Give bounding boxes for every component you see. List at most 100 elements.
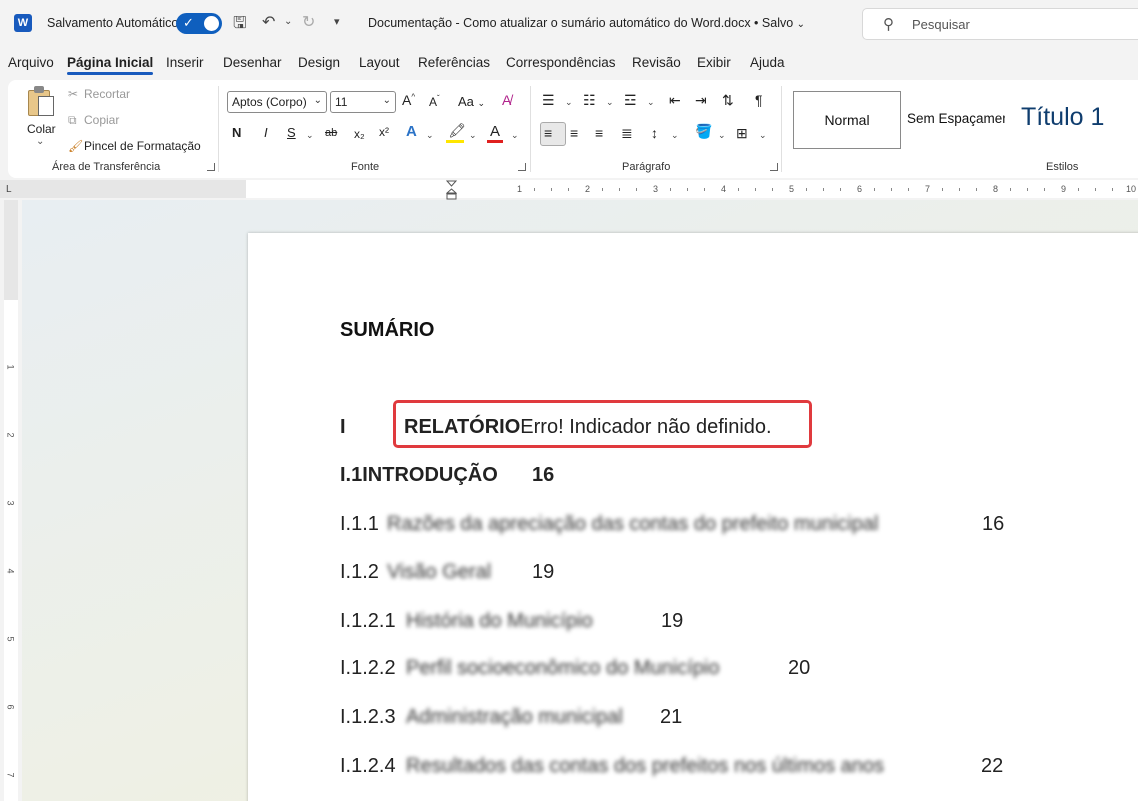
tab-ajuda[interactable]: Ajuda [750,55,785,70]
ruler-tick [704,188,705,191]
font-color-dropdown-icon[interactable]: ⌄ [511,130,519,141]
toc-entry-number[interactable]: I.1.2.1 [340,610,396,633]
tab-arquivo[interactable]: Arquivo [8,55,54,70]
text-effects-dropdown-icon[interactable]: ⌄ [426,130,434,141]
tab-revisao[interactable]: Revisão [632,55,681,70]
paste-button[interactable] [28,86,54,118]
toc-entry-title[interactable]: Razões da apreciação das contas do prefe… [387,513,878,536]
align-left-icon[interactable]: ≡ [544,125,552,141]
borders-dropdown-icon[interactable]: ⌄ [759,130,767,141]
autosave-toggle[interactable]: ✓ [176,13,222,34]
undo-icon[interactable]: ↶ [262,12,275,32]
redo-icon[interactable]: ↻ [302,12,315,32]
toc-entry-number[interactable]: I.1.2.3 [340,706,396,729]
tab-layout[interactable]: Layout [359,55,400,70]
toc-entry[interactable]: I.1INTRODUÇÃO [340,464,498,487]
toc-entry-number[interactable]: I.1.1 [340,513,379,536]
numbering-icon[interactable]: ☷ [583,92,596,109]
show-formatting-button[interactable]: ¶ [755,92,763,108]
shrink-font-button[interactable]: Aˇ [429,94,440,109]
font-launcher-icon[interactable] [518,163,526,171]
clear-formatting-icon[interactable]: A̸ [502,92,511,108]
tab-referencias[interactable]: Referências [418,55,490,70]
undo-dropdown-icon[interactable]: ⌄ [284,16,292,27]
tab-exibir[interactable]: Exibir [697,55,731,70]
vertical-ruler[interactable]: 1 2 3 4 5 6 7 [4,300,18,801]
indent-marker[interactable] [445,180,458,200]
shading-icon[interactable]: 🪣 [695,123,712,140]
ruler-mark: 2 [5,432,16,438]
line-spacing-icon[interactable]: ↕ [651,125,658,141]
justify-icon[interactable]: ≣ [621,125,633,142]
font-group-label: Fonte [351,161,380,173]
cut-button[interactable]: ✂ Recortar [68,87,130,101]
chevron-down-icon: ⌄ [796,19,806,30]
line-spacing-dropdown-icon[interactable]: ⌄ [671,130,679,141]
search-box[interactable]: ⚲ Pesquisar [862,8,1138,40]
subscript-button[interactable]: x₂ [354,127,365,141]
bullets-icon[interactable]: ☰ [542,92,555,109]
horizontal-ruler[interactable]: 1 2 3 4 5 6 7 8 9 10 [246,180,1138,198]
tab-inserir[interactable]: Inserir [166,55,204,70]
text-effects-button[interactable]: A [406,123,417,140]
paragraph-group-label: Parágrafo [622,161,671,173]
copy-button[interactable]: ⧉ Copiar [68,113,119,128]
autosave-label: Salvamento Automático [47,16,179,30]
toc-entry-number[interactable]: I.1.2 [340,561,379,584]
toc-entry-number[interactable]: I.1.2.4 [340,755,396,778]
sort-icon[interactable]: ⇅ [722,92,734,109]
customize-toolbar-icon[interactable]: ▾ [334,15,340,28]
style-normal[interactable]: Normal [793,91,901,149]
bullets-dropdown-icon[interactable]: ⌄ [565,97,573,108]
numbering-dropdown-icon[interactable]: ⌄ [606,97,614,108]
shading-dropdown-icon[interactable]: ⌄ [718,130,726,141]
multilevel-dropdown-icon[interactable]: ⌄ [647,97,655,108]
toc-entry-title[interactable]: História do Município [406,610,593,633]
document-title[interactable]: Documentação - Como atualizar o sumário … [368,16,805,30]
save-icon[interactable]: 🖫 [233,12,247,39]
underline-dropdown-icon[interactable]: ⌄ [306,130,314,141]
ruler-tick [551,188,552,191]
align-right-icon[interactable]: ≡ [595,125,603,141]
toc-entry-title[interactable]: Visão Geral [387,561,491,584]
search-placeholder: Pesquisar [912,17,970,32]
font-color-button[interactable]: A [490,123,500,140]
font-family-select[interactable]: Aptos (Corpo) ⌄ [227,91,327,113]
tab-correspondencias[interactable]: Correspondências [506,55,616,70]
toc-entry-title[interactable]: Resultados das contas dos prefeitos nos … [406,755,884,778]
tab-pagina-inicial[interactable]: Página Inicial [67,55,154,75]
style-no-spacing[interactable]: Sem Espaçamento [907,111,1005,126]
change-case-button[interactable]: Aa ⌄ [458,94,485,109]
paste-dropdown-icon[interactable]: ⌄ [36,136,44,147]
multilevel-list-icon[interactable]: ☲ [624,92,637,109]
paragraph-launcher-icon[interactable] [770,163,778,171]
paste-label[interactable]: Colar [27,122,56,136]
clipboard-launcher-icon[interactable] [207,163,215,171]
increase-indent-icon[interactable]: ⇥ [695,92,707,109]
toc-heading[interactable]: SUMÁRIO [340,319,434,342]
borders-icon[interactable]: ⊞ [736,125,748,142]
tab-desenhar[interactable]: Desenhar [223,55,282,70]
decrease-indent-icon[interactable]: ⇤ [669,92,681,109]
grow-font-button[interactable]: A^ [402,92,415,108]
highlight-icon[interactable]: 🖍 [448,122,466,139]
bold-button[interactable]: N [232,125,241,140]
font-size-select[interactable]: 11 ⌄ [330,91,396,113]
style-heading1[interactable]: Título 1 [1021,103,1104,132]
tab-design[interactable]: Design [298,55,340,70]
italic-button[interactable]: I [264,125,268,140]
toc-entry-title[interactable]: Administração municipal [406,706,623,729]
highlight-dropdown-icon[interactable]: ⌄ [469,130,477,141]
ruler-tick [636,188,637,191]
toc-entry-number[interactable]: I [340,416,346,439]
format-painter-button[interactable]: 🖌Pincel de Formatação [68,139,201,153]
underline-button[interactable]: S [287,125,296,140]
superscript-button[interactable]: x² [379,125,389,139]
toggle-knob [204,16,219,31]
strikethrough-button[interactable]: ab [325,127,337,139]
toc-entry-title[interactable]: Perfil socioeconômico do Município [406,657,720,680]
align-center-icon[interactable]: ≡ [570,125,578,141]
toc-entry-number[interactable]: I.1.2.2 [340,657,396,680]
tab-selector[interactable]: L [6,184,12,195]
format-painter-label: Pincel de Formatação [84,139,201,153]
